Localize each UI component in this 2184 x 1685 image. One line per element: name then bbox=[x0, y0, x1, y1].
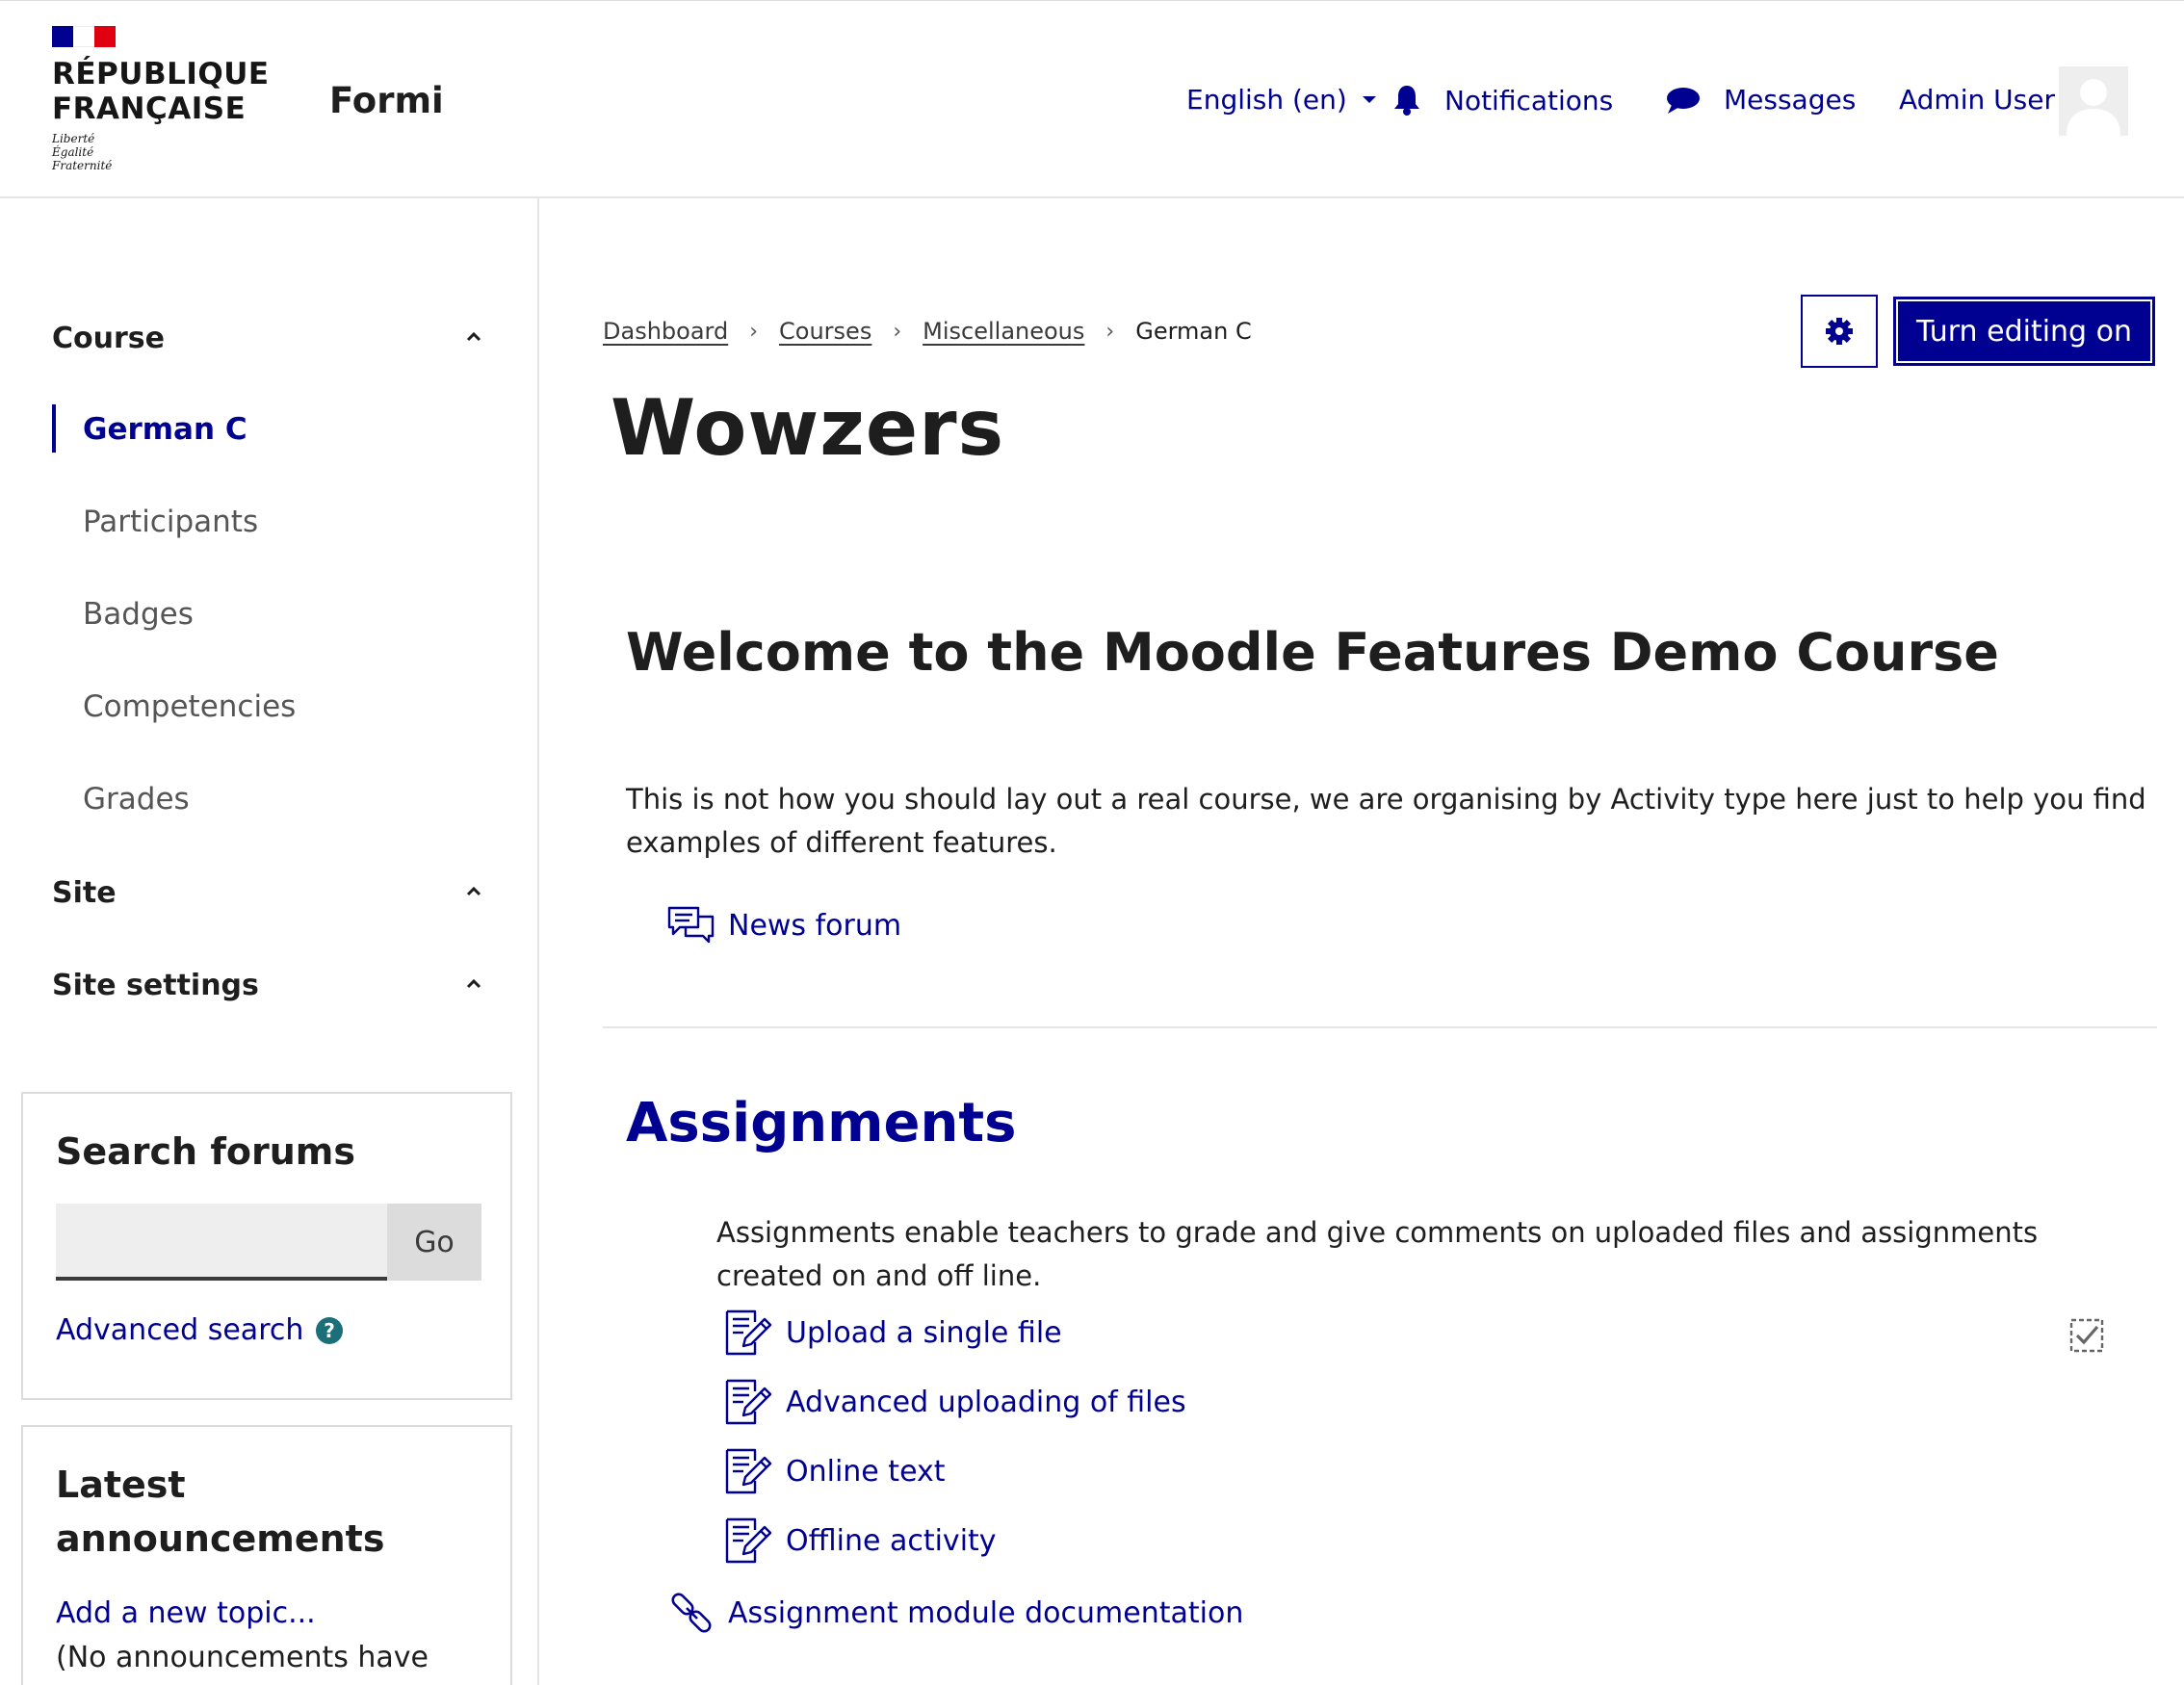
site-name[interactable]: Formi bbox=[329, 80, 444, 121]
sidebar-item-grades[interactable]: Grades bbox=[83, 782, 190, 817]
block-title: Search forums bbox=[56, 1130, 355, 1173]
user-silhouette-icon bbox=[2059, 66, 2128, 136]
sidebar-section-site-settings[interactable]: Site settings bbox=[52, 969, 259, 1002]
section-title-welcome: Welcome to the Moodle Features Demo Cour… bbox=[626, 622, 1999, 683]
chevron-right-icon: › bbox=[1105, 319, 1115, 344]
language-menu[interactable]: English (en) bbox=[1186, 84, 1378, 116]
sidebar-item-german-c[interactable]: German C bbox=[83, 412, 247, 447]
course-index-sidebar: Course German C Participants Badges Comp… bbox=[0, 198, 539, 1685]
logo-text: RÉPUBLIQUE FRANÇAISE bbox=[52, 57, 270, 126]
avatar[interactable] bbox=[2059, 66, 2128, 136]
turn-editing-on-button[interactable]: Turn editing on bbox=[1893, 297, 2155, 366]
add-new-topic-link[interactable]: Add a new topic... bbox=[56, 1596, 316, 1630]
breadcrumb: Dashboard › Courses › Miscellaneous › Ge… bbox=[603, 318, 1252, 345]
search-go-button[interactable]: Go bbox=[387, 1204, 481, 1281]
section-divider bbox=[603, 1026, 2157, 1028]
sidebar-item-participants[interactable]: Participants bbox=[83, 505, 258, 539]
republique-francaise-logo[interactable]: RÉPUBLIQUE FRANÇAISE Liberté Égalité Fra… bbox=[52, 24, 273, 178]
chat-bubble-icon bbox=[1667, 87, 1700, 114]
chevron-up-icon[interactable] bbox=[464, 327, 483, 347]
sidebar-item-badges[interactable]: Badges bbox=[83, 597, 194, 632]
go-label: Go bbox=[414, 1225, 455, 1259]
assignment-icon bbox=[725, 1379, 772, 1425]
logo-motto: Liberté Égalité Fraternité bbox=[52, 132, 113, 172]
assignment-icon bbox=[725, 1517, 772, 1564]
messages-link[interactable]: Messages bbox=[1666, 84, 1856, 116]
sidebar-item-competencies[interactable]: Competencies bbox=[83, 689, 296, 724]
activity-advanced-uploading[interactable]: Advanced uploading of files bbox=[724, 1379, 1186, 1425]
search-forums-block: Search forums Go Advanced search ? bbox=[21, 1092, 512, 1400]
chevron-right-icon: › bbox=[893, 319, 902, 344]
caret-down-icon bbox=[1362, 95, 1376, 103]
activity-label: Advanced uploading of files bbox=[786, 1385, 1186, 1419]
french-flag-icon bbox=[52, 26, 116, 47]
block-title: Latest announcements bbox=[56, 1464, 385, 1560]
advanced-search-link[interactable]: Advanced search ? bbox=[56, 1313, 344, 1347]
user-name: Admin User bbox=[1899, 84, 2055, 116]
activity-label: Upload a single file bbox=[786, 1315, 1062, 1350]
announcements-empty-text: (No announcements have bbox=[56, 1641, 429, 1674]
chevron-up-icon[interactable] bbox=[464, 974, 483, 994]
user-menu[interactable]: Admin User bbox=[1899, 84, 2055, 116]
completion-checkbox-icon[interactable] bbox=[2068, 1317, 2105, 1354]
sidebar-section-site[interactable]: Site bbox=[52, 876, 117, 910]
forum-icon bbox=[667, 906, 715, 944]
help-icon[interactable]: ? bbox=[315, 1316, 344, 1345]
language-label: English (en) bbox=[1186, 84, 1347, 116]
sidebar-section-course[interactable]: Course bbox=[52, 322, 165, 355]
activity-upload-single-file[interactable]: Upload a single file bbox=[724, 1309, 1062, 1356]
breadcrumb-courses[interactable]: Courses bbox=[779, 318, 871, 345]
site-header: RÉPUBLIQUE FRANÇAISE Liberté Égalité Fra… bbox=[0, 0, 2184, 198]
chevron-right-icon: › bbox=[749, 319, 759, 344]
chevron-up-icon[interactable] bbox=[464, 882, 483, 901]
assignments-summary: Assignments enable teachers to grade and… bbox=[716, 1216, 2039, 1292]
latest-announcements-block: Latest announcements Add a new topic... … bbox=[21, 1425, 512, 1685]
activity-assignment-documentation[interactable]: Assignment module documentation bbox=[668, 1589, 1243, 1637]
activity-news-forum[interactable]: News forum bbox=[666, 905, 901, 946]
bell-icon bbox=[1394, 86, 1419, 116]
notifications-label: Notifications bbox=[1444, 84, 1614, 117]
activity-offline-activity[interactable]: Offline activity bbox=[724, 1517, 997, 1564]
section-title-assignments[interactable]: Assignments bbox=[626, 1092, 1016, 1154]
course-settings-button[interactable] bbox=[1801, 295, 1878, 368]
activity-online-text[interactable]: Online text bbox=[724, 1448, 946, 1494]
advanced-search-label: Advanced search bbox=[56, 1313, 304, 1347]
svg-text:?: ? bbox=[325, 1319, 336, 1342]
activity-label: News forum bbox=[728, 908, 902, 943]
active-indicator bbox=[52, 404, 56, 453]
activity-label: Online text bbox=[786, 1454, 946, 1489]
breadcrumb-miscellaneous[interactable]: Miscellaneous bbox=[923, 318, 1084, 345]
page-title: Wowzers bbox=[611, 383, 1005, 473]
gear-icon bbox=[1826, 318, 1853, 345]
assignment-icon bbox=[725, 1448, 772, 1494]
messages-label: Messages bbox=[1724, 84, 1857, 116]
breadcrumb-current: German C bbox=[1135, 318, 1252, 345]
activity-label: Assignment module documentation bbox=[728, 1595, 1244, 1630]
notifications-link[interactable]: Notifications bbox=[1392, 84, 1613, 117]
search-forums-input[interactable] bbox=[56, 1204, 387, 1281]
link-icon bbox=[671, 1593, 712, 1633]
activity-label: Offline activity bbox=[786, 1523, 997, 1558]
welcome-summary: This is not how you should lay out a rea… bbox=[626, 783, 2146, 859]
breadcrumb-dashboard[interactable]: Dashboard bbox=[603, 318, 728, 345]
assignment-icon bbox=[725, 1309, 772, 1356]
